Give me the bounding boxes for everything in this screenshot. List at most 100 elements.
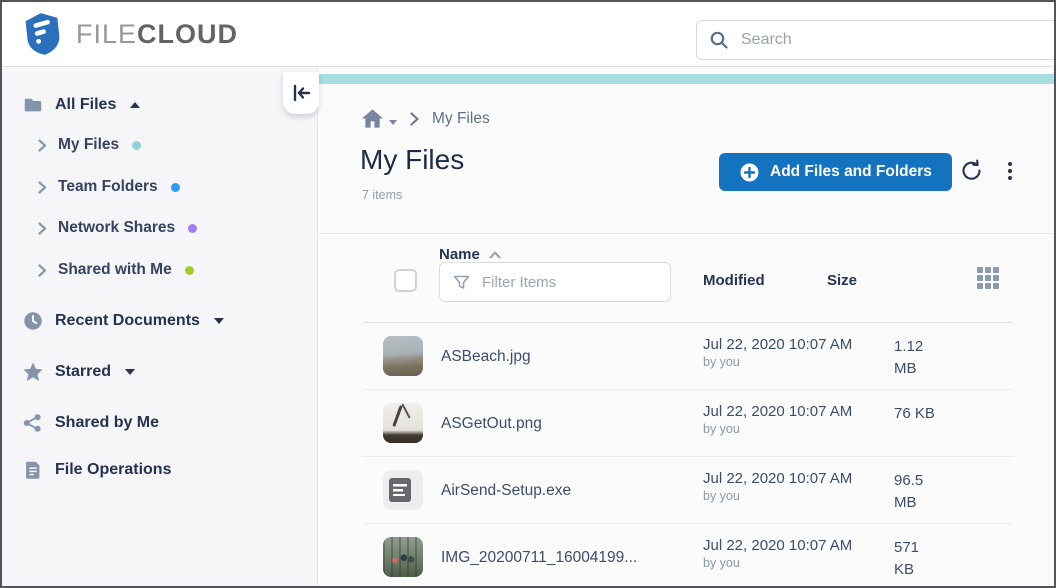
sidebar-item-label: Recent Documents	[55, 312, 200, 330]
sidebar-item-network-shares[interactable]: Network Shares	[38, 219, 197, 237]
breadcrumb: My Files	[361, 108, 490, 129]
file-size: 96.5 MB	[894, 470, 942, 514]
search-icon	[709, 30, 729, 50]
plus-circle-icon	[739, 162, 760, 183]
status-dot	[185, 266, 194, 275]
file-size: 571 KB	[894, 537, 942, 581]
file-size: 76 KB	[894, 403, 942, 425]
filter-funnel-icon	[453, 275, 470, 290]
collapse-left-icon	[292, 84, 311, 102]
breadcrumb-current[interactable]: My Files	[432, 110, 490, 128]
add-files-button-label: Add Files and Folders	[770, 163, 932, 181]
caret-up-icon	[130, 102, 140, 108]
file-thumbnail	[383, 537, 423, 577]
sidebar-item-label: Shared with Me	[58, 261, 172, 279]
share-icon	[22, 412, 44, 434]
file-size: 1.12 MB	[894, 336, 942, 380]
sidebar-item-team-folders[interactable]: Team Folders	[38, 178, 180, 196]
search-input[interactable]	[741, 31, 981, 49]
chevron-right-icon	[410, 112, 419, 126]
global-search	[696, 20, 1056, 60]
kebab-icon	[1008, 162, 1012, 166]
caret-down-icon	[125, 369, 135, 375]
sidebar-item-label: Shared by Me	[55, 414, 159, 432]
modified-date: Jul 22, 2020 10:07 AM	[703, 470, 852, 487]
file-thumbnail	[383, 470, 423, 510]
filter-items-box	[439, 262, 671, 302]
chevron-right-icon	[38, 181, 47, 194]
sidebar-item-all-files[interactable]: All Files	[22, 94, 140, 116]
accent-bar	[319, 74, 1054, 84]
filecloud-window: FILECLOUD All Files My Files Team Folder	[0, 0, 1056, 588]
sidebar-item-label: All Files	[55, 96, 116, 114]
column-header-modified[interactable]: Modified	[703, 272, 765, 289]
sidebar-collapse-button[interactable]	[283, 72, 319, 114]
breadcrumb-home[interactable]	[361, 108, 397, 129]
file-list: ASBeach.jpg Jul 22, 2020 10:07 AM by you…	[319, 323, 1054, 586]
logo-wordmark: FILECLOUD	[76, 19, 238, 50]
top-header: FILECLOUD	[2, 2, 1054, 67]
sidebar-item-my-files[interactable]: My Files	[38, 136, 141, 154]
sidebar-item-starred[interactable]: Starred	[22, 361, 135, 383]
filecloud-logo: FILECLOUD	[22, 11, 238, 57]
file-thumbnail	[383, 403, 423, 443]
main-content: My Files My Files 7 items Add Files and …	[319, 68, 1054, 586]
modified-by: by you	[703, 355, 852, 369]
file-modified: Jul 22, 2020 10:07 AM by you	[703, 336, 852, 369]
folder-icon	[22, 94, 44, 116]
more-options-button[interactable]	[999, 156, 1021, 186]
caret-down-icon	[214, 318, 224, 324]
status-dot	[188, 224, 197, 233]
file-list-header: Name Modified Size	[319, 234, 1054, 323]
sidebar-item-label: Team Folders	[58, 178, 158, 196]
sidebar-item-label: File Operations	[55, 461, 171, 479]
status-dot	[132, 141, 141, 150]
page-title: My Files	[360, 144, 464, 176]
file-row[interactable]: ASBeach.jpg Jul 22, 2020 10:07 AM by you…	[319, 323, 1054, 390]
filecloud-shield-icon	[22, 11, 64, 57]
sidebar-item-label: Starred	[55, 363, 111, 381]
sidebar-item-recent-documents[interactable]: Recent Documents	[22, 310, 224, 332]
file-modified: Jul 22, 2020 10:07 AM by you	[703, 537, 852, 570]
modified-date: Jul 22, 2020 10:07 AM	[703, 336, 852, 353]
add-files-button[interactable]: Add Files and Folders	[719, 153, 952, 191]
file-name[interactable]: IMG_20200711_16004199...	[441, 524, 637, 586]
file-thumbnail	[383, 336, 423, 376]
modified-by: by you	[703, 556, 852, 570]
caret-down-icon	[389, 120, 397, 125]
refresh-icon	[960, 159, 984, 183]
file-name[interactable]: ASGetOut.png	[441, 390, 542, 457]
file-row[interactable]: IMG_20200711_16004199... Jul 22, 2020 10…	[319, 524, 1054, 586]
star-icon	[22, 361, 44, 383]
modified-by: by you	[703, 489, 852, 503]
modified-date: Jul 22, 2020 10:07 AM	[703, 537, 852, 554]
file-name[interactable]: ASBeach.jpg	[441, 323, 531, 390]
column-header-name[interactable]: Name	[439, 246, 480, 263]
file-row[interactable]: AirSend-Setup.exe Jul 22, 2020 10:07 AM …	[319, 457, 1054, 524]
items-count: 7 items	[362, 188, 402, 202]
sidebar-item-shared-with-me[interactable]: Shared with Me	[38, 261, 194, 279]
sidebar-item-shared-by-me[interactable]: Shared by Me	[22, 412, 159, 434]
file-modified: Jul 22, 2020 10:07 AM by you	[703, 403, 852, 436]
select-all-checkbox[interactable]	[394, 269, 417, 292]
chevron-right-icon	[38, 264, 47, 277]
sort-ascending-icon[interactable]	[489, 251, 501, 259]
grid-view-icon[interactable]	[977, 267, 983, 273]
modified-date: Jul 22, 2020 10:07 AM	[703, 403, 852, 420]
sidebar-item-file-operations[interactable]: File Operations	[22, 459, 171, 481]
chevron-right-icon	[38, 222, 47, 235]
filter-items-input[interactable]	[482, 274, 642, 291]
clock-icon	[22, 310, 44, 332]
file-icon	[22, 459, 44, 481]
modified-by: by you	[703, 422, 852, 436]
sidebar-item-label: My Files	[58, 136, 119, 154]
column-header-size[interactable]: Size	[827, 272, 857, 289]
file-row[interactable]: ASGetOut.png Jul 22, 2020 10:07 AM by yo…	[319, 390, 1054, 457]
status-dot	[171, 183, 180, 192]
refresh-button[interactable]	[957, 156, 987, 186]
sidebar: All Files My Files Team Folders Network …	[2, 68, 318, 586]
file-name[interactable]: AirSend-Setup.exe	[441, 457, 571, 524]
sidebar-item-label: Network Shares	[58, 219, 175, 237]
file-modified: Jul 22, 2020 10:07 AM by you	[703, 470, 852, 503]
home-icon	[361, 108, 384, 129]
